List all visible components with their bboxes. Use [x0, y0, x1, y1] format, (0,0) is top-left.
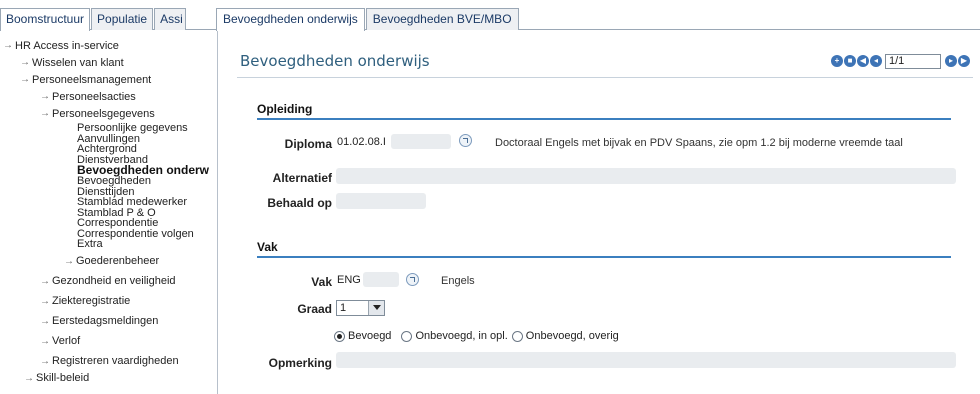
section-vak: Vak	[257, 240, 278, 254]
record-counter[interactable]: 1/1	[885, 53, 941, 69]
radio-button[interactable]	[511, 330, 523, 342]
tree-leaf[interactable]: Stamblad medewerker	[0, 197, 217, 208]
tree-leaf[interactable]: Extra	[0, 239, 217, 250]
personeelsgegevens-leaves: Persoonlijke gegevens Aanvullingen Achte…	[0, 122, 217, 253]
arrow-icon: →	[40, 295, 50, 307]
radio-onbevoegd-overig[interactable]: Onbevoegd, overig	[511, 330, 619, 342]
tree-leaf[interactable]: Bevoegdheden	[0, 176, 217, 187]
tree-node-personeelsacties[interactable]: → Personeelsacties	[0, 88, 217, 105]
record-navigation: + ■ ◀ ◂ 1/1 ▸ ▶	[831, 53, 971, 69]
diploma-code[interactable]: 01.02.08.I	[337, 136, 386, 148]
arrow-icon: →	[64, 255, 74, 267]
page-title: Bevoegdheden onderwijs	[240, 52, 430, 70]
behaald-field[interactable]	[336, 193, 426, 209]
vak-code[interactable]: ENG	[337, 274, 361, 286]
radio-bevoegd[interactable]: Bevoegd	[334, 330, 391, 342]
tab-boomstructuur[interactable]: Boomstructuur	[0, 8, 91, 31]
radio-button[interactable]	[401, 330, 413, 342]
tree-node-vaardigheden[interactable]: → Registreren vaardigheden	[0, 353, 217, 370]
arrow-icon: →	[20, 57, 30, 68]
left-tab-bar: Boomstructuur Populatie Assi	[0, 8, 218, 31]
graad-select[interactable]: 1	[336, 300, 385, 316]
arrow-icon: →	[24, 372, 34, 384]
save-icon[interactable]: ■	[844, 55, 856, 67]
tree-node-ziekteregistratie[interactable]: → Ziekteregistratie	[0, 293, 217, 310]
arrow-icon: →	[40, 355, 50, 367]
alternatief-label: Alternatief	[272, 171, 332, 185]
arrow-icon: →	[40, 335, 50, 347]
form-panel: Bevoegdheden onderwijs + ■ ◀ ◂ 1/1 ▸ ▶ O…	[219, 30, 980, 394]
arrow-icon: →	[40, 91, 50, 102]
section-divider	[257, 118, 951, 120]
prev-icon[interactable]: ◂	[870, 55, 882, 67]
opmerking-label: Opmerking	[268, 356, 332, 370]
radio-button-checked[interactable]	[334, 330, 345, 342]
tree-leaf[interactable]: Correspondentie volgen	[0, 228, 217, 240]
arrow-icon: →	[20, 74, 30, 85]
tree-node-personeelsgegevens[interactable]: → Personeelsgegevens	[0, 105, 217, 122]
first-icon[interactable]: ◀	[857, 55, 869, 67]
tab-bevoegdheden-bve-mbo[interactable]: Bevoegdheden BVE/MBO	[365, 8, 519, 30]
last-icon[interactable]: ▶	[958, 55, 970, 67]
graad-value: 1	[340, 302, 347, 314]
tree-node-skill[interactable]: → Skill-beleid	[0, 370, 217, 387]
chevron-down-icon[interactable]	[368, 301, 384, 315]
lookup-icon[interactable]	[406, 273, 419, 286]
arrow-icon: →	[40, 108, 50, 119]
tree-node-wisselen[interactable]: → Wisselen van klant	[0, 54, 217, 71]
arrow-icon: →	[40, 275, 50, 287]
diploma-description: Doctoraal Engels met bijvak en PDV Spaan…	[495, 137, 903, 149]
arrow-icon: →	[3, 40, 13, 51]
radio-onbevoegd-in-opl[interactable]: Onbevoegd, in opl.	[401, 330, 508, 342]
vak-label: Vak	[311, 275, 332, 289]
title-divider	[237, 77, 973, 78]
tree-leaf[interactable]: Persoonlijke gegevens	[0, 123, 217, 134]
tree-node-eerstedagsmeldingen[interactable]: → Eerstedagsmeldingen	[0, 313, 217, 330]
alternatief-field[interactable]	[336, 168, 956, 184]
navigation-tree: → HR Access in-service → Wisselen van kl…	[0, 30, 218, 394]
arrow-icon: →	[40, 315, 50, 327]
lookup-icon[interactable]	[459, 134, 472, 147]
bevoegdheid-radio-group: Bevoegd Onbevoegd, in opl. Onbevoegd, ov…	[334, 330, 623, 342]
section-opleiding: Opleiding	[257, 102, 313, 116]
behaald-label: Behaald op	[267, 196, 332, 210]
tab-bevoegdheden-onderwijs[interactable]: Bevoegdheden onderwijs	[216, 8, 365, 31]
tree-node-goederenbeheer[interactable]: → Goederenbeheer	[0, 253, 217, 270]
tab-assi[interactable]: Assi	[154, 8, 187, 30]
diploma-field-blur	[391, 134, 451, 149]
tree-leaf[interactable]: Correspondentie	[0, 218, 217, 229]
tree-node-root[interactable]: → HR Access in-service	[0, 37, 217, 54]
tree-leaf[interactable]: Achtergrond	[0, 144, 217, 155]
add-icon[interactable]: +	[831, 55, 843, 67]
vak-field-blur	[363, 272, 399, 287]
graad-label: Graad	[297, 302, 332, 316]
diploma-label: Diploma	[284, 137, 332, 151]
opmerking-field[interactable]	[336, 352, 956, 368]
tree-node-verlof[interactable]: → Verlof	[0, 333, 217, 350]
tree-node-personeelsmanagement[interactable]: → Personeelsmanagement	[0, 71, 217, 88]
vak-description: Engels	[441, 275, 475, 287]
section-divider	[257, 256, 951, 258]
tree-node-gezondheid[interactable]: → Gezondheid en veiligheid	[0, 273, 217, 290]
tab-populatie[interactable]: Populatie	[91, 8, 154, 30]
right-tab-bar: Bevoegdheden onderwijs Bevoegdheden BVE/…	[216, 8, 980, 31]
next-icon[interactable]: ▸	[945, 55, 957, 67]
